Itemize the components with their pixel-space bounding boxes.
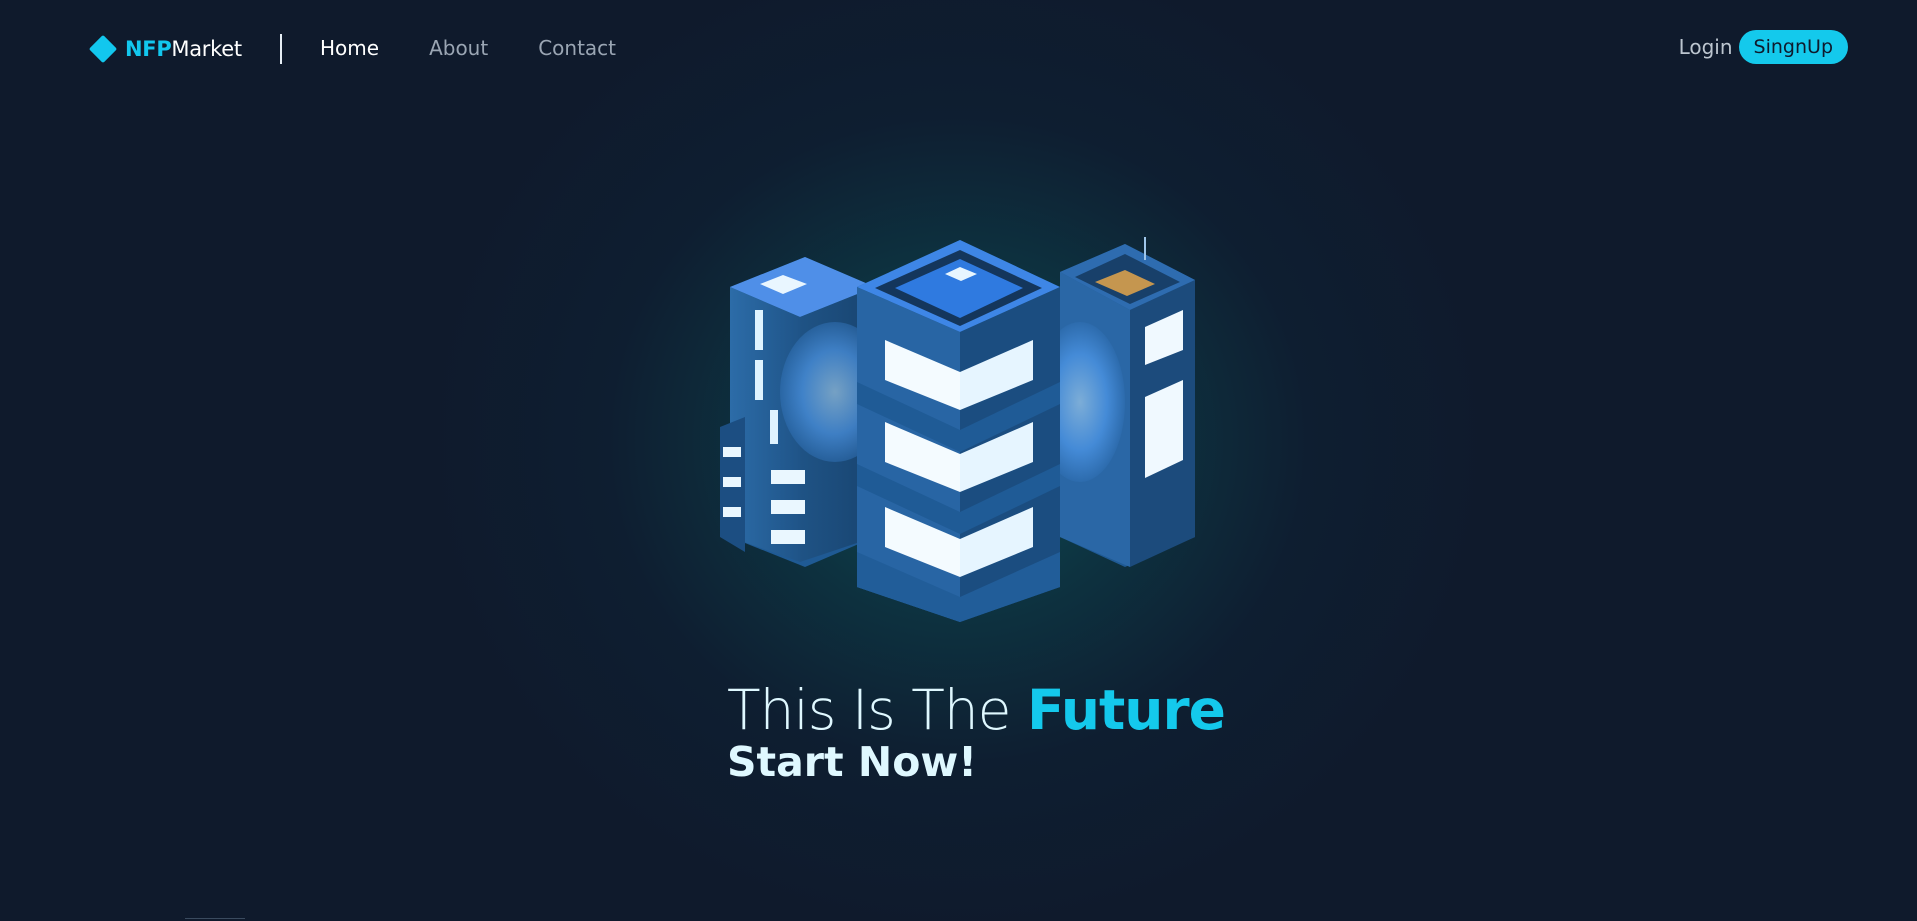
brand-name-light: Market xyxy=(171,37,242,61)
brand-logo[interactable]: NFPMarket xyxy=(88,34,242,64)
hero-subline: Start Now! xyxy=(727,738,977,786)
nav-links: Home About Contact xyxy=(320,36,616,60)
hero-headline-prefix: This Is The xyxy=(727,678,1028,742)
hero-headline-accent: Future xyxy=(1027,678,1226,742)
nav-divider xyxy=(280,34,282,64)
bottom-divider xyxy=(185,918,245,919)
nav-link-contact[interactable]: Contact xyxy=(538,36,616,60)
brand-name: NFPMarket xyxy=(125,37,242,61)
diamond-icon xyxy=(88,34,118,64)
top-navbar: NFPMarket Home About Contact Login Singn… xyxy=(0,0,1917,100)
brand-name-bold: NFP xyxy=(125,37,172,61)
nav-link-about[interactable]: About xyxy=(429,36,488,60)
auth-actions: Login SingnUp xyxy=(1679,30,1848,64)
isometric-buildings-illustration xyxy=(720,237,1195,622)
hero-headline: This Is The Future xyxy=(727,675,1226,745)
nav-link-home[interactable]: Home xyxy=(320,36,379,60)
login-link[interactable]: Login xyxy=(1679,35,1733,59)
signup-button[interactable]: SingnUp xyxy=(1738,30,1848,64)
center-building-shape xyxy=(857,240,1060,622)
